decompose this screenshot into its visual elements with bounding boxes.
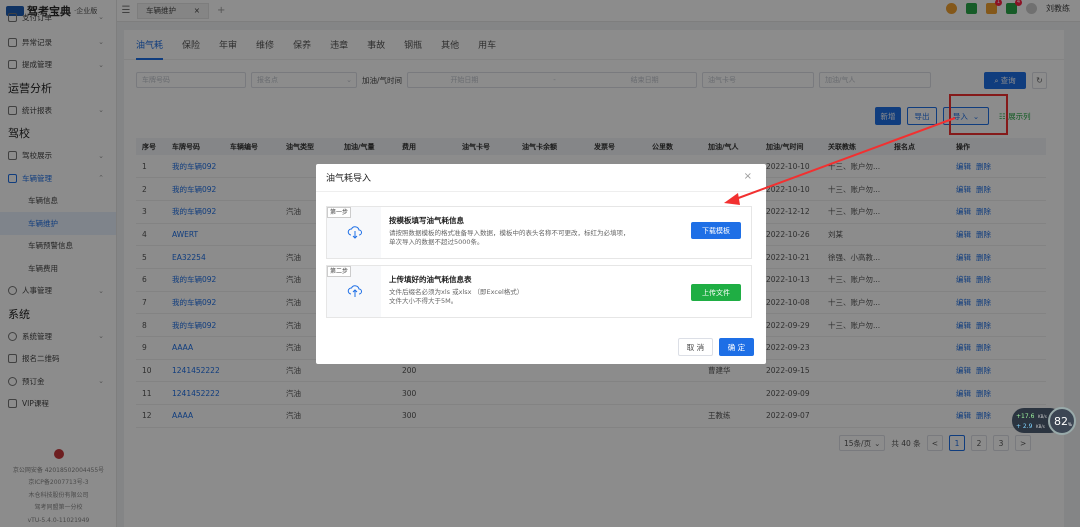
usage-unit: % xyxy=(1068,422,1072,427)
upload-speed: +17.6 xyxy=(1016,413,1035,420)
usage-percent: 82 xyxy=(1054,415,1068,428)
speed-unit: KB/s xyxy=(1036,424,1045,429)
annotation-arrow xyxy=(724,117,956,205)
speed-unit: KB/s xyxy=(1038,414,1047,419)
network-speed-widget[interactable]: +17.6 KB/s + 2.9 KB/s 82 % xyxy=(1012,407,1076,435)
download-speed: + 2.9 xyxy=(1016,423,1033,430)
arrow-head xyxy=(724,193,740,205)
arrow-line xyxy=(732,117,956,201)
